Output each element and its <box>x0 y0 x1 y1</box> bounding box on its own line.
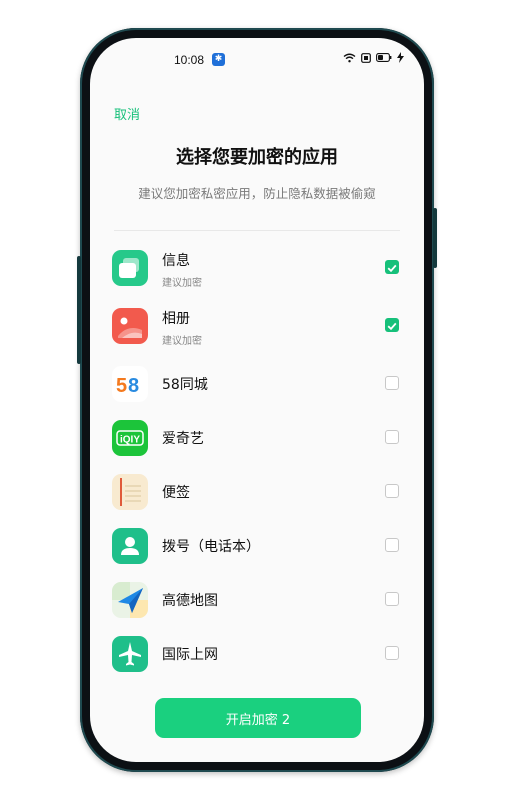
app-notification-icon: ✱ <box>212 53 225 66</box>
status-icons <box>343 52 404 63</box>
app-row-intl[interactable]: 国际上网 <box>90 636 424 688</box>
app-row-gallery[interactable]: 相册 建议加密 <box>90 308 424 360</box>
app-name: 便签 <box>162 485 190 501</box>
svg-text:8: 8 <box>128 375 139 397</box>
app-name: 高德地图 <box>162 593 218 609</box>
gallery-icon <box>112 308 148 344</box>
status-time: 10:08 <box>174 53 205 67</box>
checkbox-gallery[interactable] <box>385 318 399 332</box>
iqiyi-icon: iQIY <box>112 420 148 456</box>
app-name: 拨号（电话本） <box>162 539 260 555</box>
page-subtitle: 建议您加密私密应用，防止隐私数据被偷窥 <box>138 186 376 201</box>
app-name: 爱奇艺 <box>162 431 204 447</box>
app-name: 相册 <box>162 311 190 327</box>
wifi-icon <box>343 53 356 62</box>
checkbox-58[interactable] <box>385 376 399 390</box>
app-hint: 建议加密 <box>162 278 202 289</box>
svg-text:iQIY: iQIY <box>120 435 140 446</box>
enable-encryption-button[interactable]: 开启加密 2 <box>155 698 361 738</box>
amap-icon <box>112 582 148 618</box>
checkbox-dialer[interactable] <box>385 538 399 552</box>
battery-icon <box>376 53 392 62</box>
screen: 10:08 ✱ 取消 选择您要加密的应用 建议您加密私密应用，防止隐私数据被偷窥… <box>90 38 424 762</box>
volume-button <box>77 256 81 364</box>
app-hint: 建议加密 <box>162 336 202 347</box>
58-icon: 5 8 <box>112 366 148 402</box>
app-name: 58同城 <box>162 377 208 393</box>
app-name: 信息 <box>162 253 190 269</box>
app-name: 国际上网 <box>162 647 218 663</box>
charging-icon <box>397 52 404 63</box>
app-row-amap[interactable]: 高德地图 <box>90 582 424 634</box>
cancel-button[interactable]: 取消 <box>114 104 140 123</box>
page-title: 选择您要加密的应用 <box>176 147 338 168</box>
power-button <box>433 208 437 268</box>
checkbox-notes[interactable] <box>385 484 399 498</box>
messages-icon <box>112 250 148 286</box>
app-row-58[interactable]: 5 8 58同城 <box>90 366 424 418</box>
phone-frame: 10:08 ✱ 取消 选择您要加密的应用 建议您加密私密应用，防止隐私数据被偷窥… <box>77 28 437 772</box>
checkbox-intl[interactable] <box>385 646 399 660</box>
divider <box>114 230 400 231</box>
app-row-iqiyi[interactable]: iQIY 爱奇艺 <box>90 420 424 472</box>
checkbox-iqiyi[interactable] <box>385 430 399 444</box>
status-bar: 10:08 ✱ <box>90 38 424 78</box>
svg-text:5: 5 <box>116 375 127 397</box>
checkbox-amap[interactable] <box>385 592 399 606</box>
airplane-icon <box>112 636 148 672</box>
notes-icon <box>112 474 148 510</box>
phone-contacts-icon <box>112 528 148 564</box>
app-row-dialer[interactable]: 拨号（电话本） <box>90 528 424 580</box>
app-row-notes[interactable]: 便签 <box>90 474 424 526</box>
checkbox-messages[interactable] <box>385 260 399 274</box>
sim-icon <box>361 52 371 63</box>
app-row-messages[interactable]: 信息 建议加密 <box>90 250 424 302</box>
